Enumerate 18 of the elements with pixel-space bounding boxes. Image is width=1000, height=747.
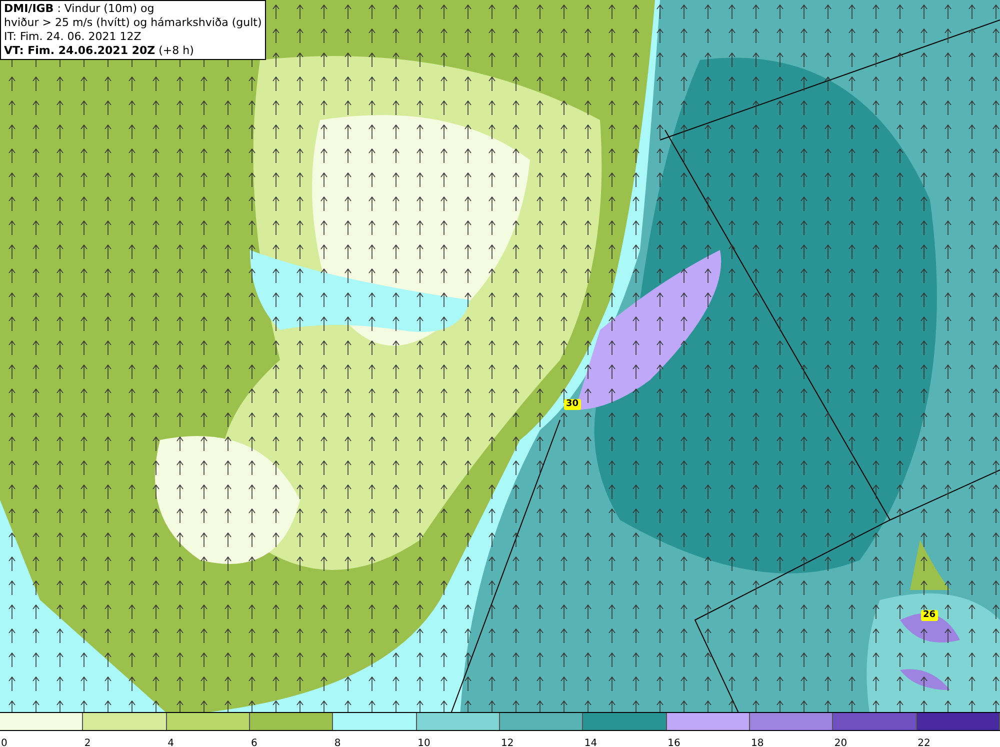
scale-label: 8	[333, 738, 341, 747]
scale-label: 14	[583, 738, 598, 747]
scale-label: 12	[500, 738, 514, 747]
info-line: IT: Fim. 24. 06. 2021 12Z	[4, 30, 142, 44]
info-line: VT: Fim. 24.06.2021 20Z (+8 h)	[4, 44, 195, 58]
scale-label: 22	[916, 738, 930, 747]
scale-label: 18	[750, 738, 764, 747]
info-line: DMI/IGB : Vindur (10m) og	[4, 2, 156, 16]
gust-label: 26	[921, 610, 938, 621]
scale-label: 2	[83, 738, 91, 747]
scale-label: 6	[250, 738, 258, 747]
scale-label: 20	[833, 738, 848, 747]
scale-label: 16	[666, 738, 680, 747]
scale-label: 4	[166, 738, 174, 747]
info-line: hviður > 25 m/s (hvítt) og hámarkshviða (gult)	[4, 16, 262, 30]
scale-label: 10	[416, 738, 430, 747]
scale-label: 0	[0, 738, 8, 747]
gust-label: 30	[564, 399, 581, 410]
